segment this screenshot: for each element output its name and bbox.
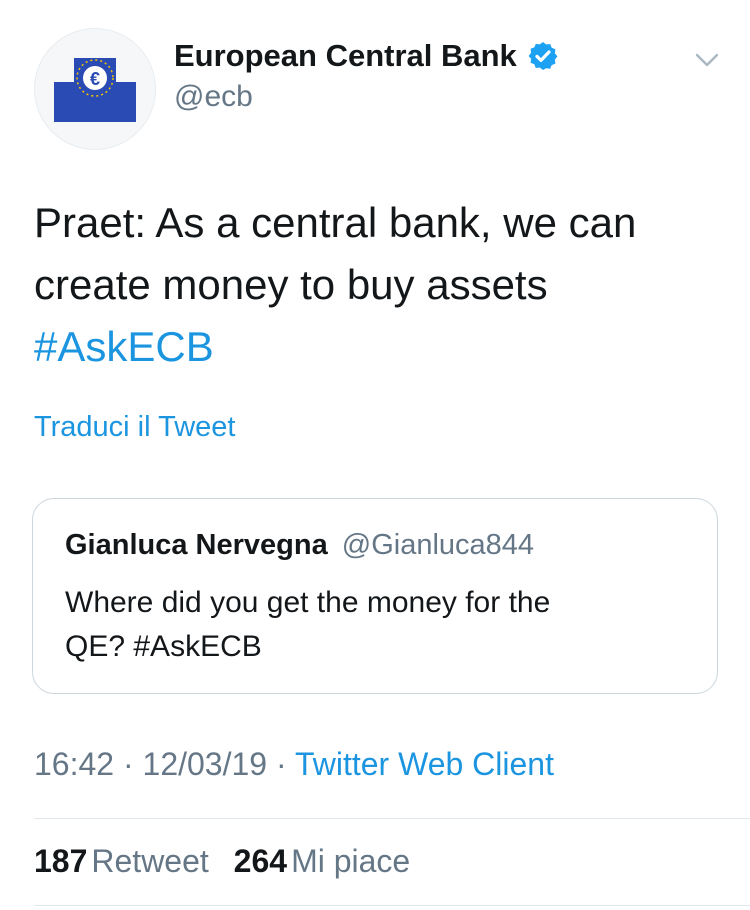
quoted-author-name: Gianluca Nervegna — [65, 529, 328, 561]
divider — [34, 818, 750, 819]
author-name-text: European Central Bank — [174, 38, 517, 73]
ecb-logo-icon: € — [54, 58, 136, 122]
retweets-count: 187 — [34, 843, 88, 879]
retweets-label: Retweet — [91, 843, 209, 879]
retweets-stat[interactable]: 187 Retweet — [34, 843, 209, 880]
quoted-tweet-card[interactable]: Gianluca Nervegna @Gianluca844 Where did… — [32, 498, 718, 694]
hashtag-link[interactable]: #AskECB — [34, 316, 714, 378]
quoted-author-handle: @Gianluca844 — [341, 529, 535, 561]
tweet-stats: 187 Retweet 264 Mi piace — [34, 843, 410, 880]
tweet-meta: 16:42 · 12/03/19 · Twitter Web Client — [34, 746, 554, 783]
avatar[interactable]: € — [34, 28, 156, 150]
likes-label: Mi piace — [291, 843, 411, 879]
translate-tweet-link[interactable]: Traduci il Tweet — [34, 411, 235, 444]
tweet-date: 12/03/19 — [142, 746, 268, 782]
author-name[interactable]: European Central Bank — [174, 38, 559, 74]
quoted-text-line: QE? #AskECB — [65, 625, 695, 669]
tweet-text: Praet: As a central bank, we can create … — [34, 192, 714, 378]
likes-stat[interactable]: 264 Mi piace — [234, 843, 411, 880]
quoted-tweet-text: Where did you get the money for the QE? … — [65, 581, 695, 669]
meta-separator: · — [122, 746, 134, 782]
divider — [34, 905, 750, 906]
quoted-text-line: Where did you get the money for the — [65, 586, 551, 619]
meta-separator: · — [275, 746, 287, 782]
chevron-down-icon[interactable] — [694, 50, 720, 70]
quoted-tweet-header: Gianluca Nervegna @Gianluca844 — [65, 529, 534, 562]
author-handle[interactable]: @ecb — [174, 80, 253, 114]
quoted-hashtag: #AskECB — [133, 630, 262, 663]
likes-count: 264 — [233, 843, 288, 879]
verified-badge-icon — [528, 42, 558, 70]
svg-text:€: € — [90, 69, 100, 89]
tweet-text-line: create money to buy assets — [34, 261, 548, 308]
tweet-client-link[interactable]: Twitter Web Client — [295, 746, 554, 782]
tweet-text-line: Praet: As a central bank, we can — [34, 199, 637, 246]
tweet-time: 16:42 — [34, 746, 115, 782]
quoted-text-prefix: QE? — [65, 630, 134, 663]
